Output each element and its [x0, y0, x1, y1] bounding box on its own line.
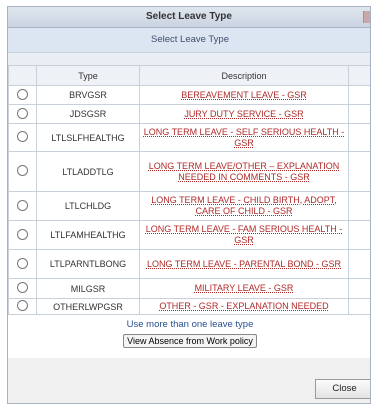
dialog-footer: Close: [8, 359, 370, 403]
radio-cell: [8, 191, 37, 221]
description-link[interactable]: LONG TERM LEAVE - PARENTAL BOND - GSR: [139, 249, 349, 279]
blank-cell: [348, 191, 370, 221]
blank-cell: [348, 123, 370, 152]
type-cell: OTHERLWPGSR: [36, 298, 140, 315]
table-row[interactable]: JDSGSR JURY DUTY SERVICE - GSR: [8, 104, 370, 124]
type-cell: LTLADDTLG: [36, 151, 140, 192]
type-cell: LTLCHLDG: [36, 191, 140, 221]
leave-radio[interactable]: [17, 257, 28, 269]
blank-cell: [348, 151, 370, 192]
leave-radio[interactable]: [17, 199, 28, 211]
description-column-header: Description: [139, 65, 349, 86]
blank-cell: [348, 249, 370, 279]
table-row[interactable]: LTLFAMHEALTHG LONG TERM LEAVE - FAM SERI…: [8, 220, 370, 250]
leave-radio[interactable]: [17, 131, 28, 142]
description-link[interactable]: LONG TERM LEAVE - CHILD BIRTH, ADOPT, CA…: [139, 191, 349, 221]
dialog-subtitle: Select Leave Type: [8, 28, 370, 53]
leave-radio[interactable]: [17, 165, 28, 176]
table-row[interactable]: OTHERLWPGSR OTHER - GSR - EXPLANATION NE…: [8, 298, 370, 315]
more-leave-types-link[interactable]: Use more than one leave type: [8, 319, 370, 330]
blank-cell: [348, 220, 370, 250]
description-link[interactable]: LONG TERM LEAVE - SELF SERIOUS HEALTH - …: [139, 123, 349, 152]
table-row[interactable]: LTLCHLDG LONG TERM LEAVE - CHILD BIRTH, …: [8, 191, 370, 221]
leave-radio[interactable]: [17, 300, 28, 311]
table-row[interactable]: LTLSLFHEALTHG LONG TERM LEAVE - SELF SER…: [8, 123, 370, 152]
description-link[interactable]: LONG TERM LEAVE/OTHER – EXPLANATION NEED…: [139, 151, 349, 192]
dialog-actions: Use more than one leave type View Absenc…: [8, 319, 370, 348]
type-cell: BRVGSR: [36, 85, 140, 105]
select-leave-type-dialog: Select Leave Type Select Leave Type Type…: [7, 6, 371, 404]
type-cell: LTLSLFHEALTHG: [36, 123, 140, 152]
blank-cell: [348, 104, 370, 124]
leave-radio[interactable]: [17, 88, 28, 100]
description-link[interactable]: LONG TERM LEAVE - FAM SERIOUS HEALTH - G…: [139, 220, 349, 250]
radio-cell: [8, 151, 37, 192]
leave-type-table: Type Description BRVGSR BEREAVEMENT LEAV…: [8, 65, 370, 315]
leave-radio[interactable]: [17, 282, 28, 293]
table-row[interactable]: LTLPARNTLBONG LONG TERM LEAVE - PARENTAL…: [8, 249, 370, 279]
leave-radio[interactable]: [17, 107, 28, 119]
type-column-header: Type: [36, 65, 140, 86]
description-link[interactable]: BEREAVEMENT LEAVE - GSR: [139, 85, 349, 105]
type-cell: MILGSR: [36, 278, 140, 299]
description-link[interactable]: MILITARY LEAVE - GSR: [139, 278, 349, 299]
description-link[interactable]: OTHER - GSR - EXPLANATION NEEDED: [139, 298, 349, 315]
radio-cell: [8, 278, 37, 299]
leave-radio[interactable]: [17, 228, 28, 240]
table-row[interactable]: LTLADDTLG LONG TERM LEAVE/OTHER – EXPLAN…: [8, 151, 370, 192]
radio-cell: [8, 220, 37, 250]
description-link[interactable]: JURY DUTY SERVICE - GSR: [139, 104, 349, 124]
dialog-title: Select Leave Type: [8, 7, 370, 28]
radio-cell: [8, 104, 37, 124]
close-icon[interactable]: [363, 11, 370, 23]
table-row[interactable]: BRVGSR BEREAVEMENT LEAVE - GSR: [8, 85, 370, 105]
radio-cell: [8, 123, 37, 152]
close-button[interactable]: Close: [315, 379, 370, 399]
radio-cell: [8, 298, 37, 315]
spacer: [8, 53, 370, 65]
dialog-content: Select Leave Type Type Description BRVGS…: [8, 28, 370, 358]
type-cell: LTLPARNTLBONG: [36, 249, 140, 279]
radio-cell: [8, 249, 37, 279]
blank-cell: [348, 298, 370, 315]
radio-cell: [8, 85, 37, 105]
select-column-header: [8, 65, 37, 86]
type-cell: JDSGSR: [36, 104, 140, 124]
blank-cell: [348, 278, 370, 299]
type-cell: LTLFAMHEALTHG: [36, 220, 140, 250]
blank-column-header: [348, 65, 370, 86]
table-header-row: Type Description: [8, 65, 370, 86]
view-policy-button[interactable]: View Absence from Work policy: [123, 334, 257, 348]
table-row[interactable]: MILGSR MILITARY LEAVE - GSR: [8, 278, 370, 299]
blank-cell: [348, 85, 370, 105]
